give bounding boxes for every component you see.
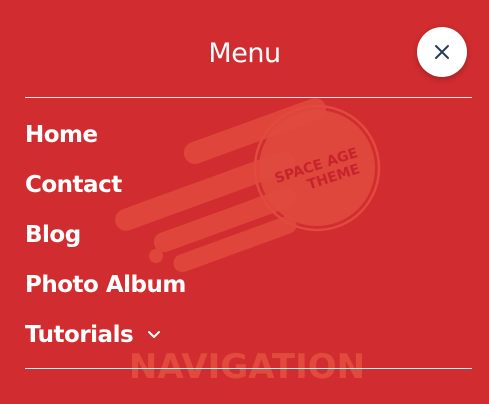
nav-item-photo-album[interactable]: Photo Album [25,260,186,310]
menu-title: Menu [208,38,281,69]
nav-item-label: Blog [25,222,81,248]
bottom-divider [25,368,472,369]
nav-item-label: Photo Album [25,272,186,298]
chevron-down-icon[interactable] [147,330,161,340]
nav-item-home[interactable]: Home [25,110,186,160]
nav-menu: Home Contact Blog Photo Album Tutorials [25,110,186,360]
nav-item-label: Home [25,122,98,148]
nav-item-blog[interactable]: Blog [25,210,186,260]
close-icon [435,45,449,59]
nav-item-contact[interactable]: Contact [25,160,186,210]
close-menu-button[interactable] [417,27,467,77]
nav-item-label: Contact [25,172,122,198]
top-divider [25,97,472,98]
nav-item-label: Tutorials [25,322,134,348]
nav-item-tutorials[interactable]: Tutorials [25,310,186,360]
